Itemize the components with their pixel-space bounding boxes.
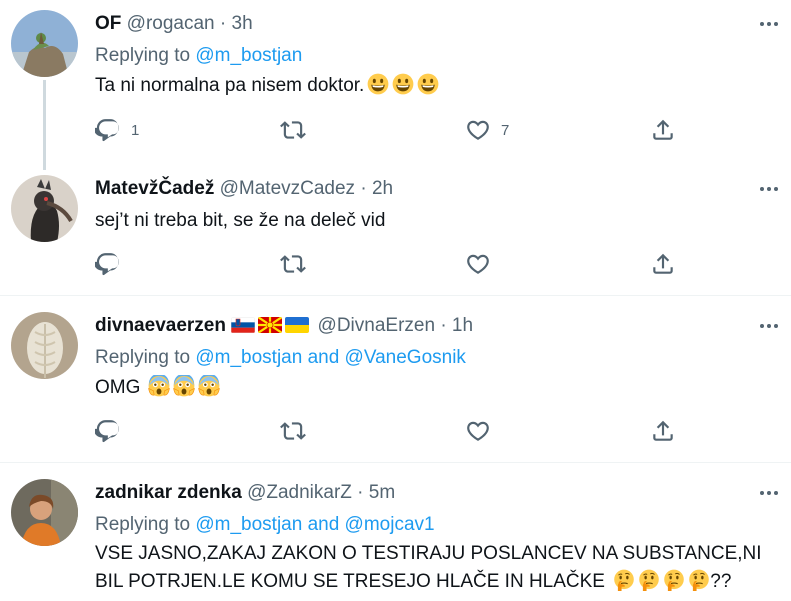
reply-icon	[95, 418, 121, 444]
tweet-header: OF @rogacan · 3h	[95, 12, 253, 36]
separator-dot: ·	[357, 482, 364, 503]
tweet-time[interactable]: 3h	[232, 13, 253, 34]
reply-button[interactable]	[95, 418, 121, 444]
tweet-text-body: OMG	[95, 377, 141, 398]
heart-icon	[465, 418, 491, 444]
grinning-face-icon	[417, 73, 439, 95]
tweet-time[interactable]: 1h	[452, 315, 473, 336]
replying-to-label: Replying to	[95, 45, 191, 66]
like-button[interactable]	[465, 251, 491, 277]
tweet-text-line-body: BIL POTRJEN.LE KOMU SE TRESEJO HLAČE IN …	[95, 571, 605, 592]
share-button[interactable]	[650, 117, 676, 143]
display-name[interactable]: MatevžČadež	[95, 178, 214, 199]
thinking-face-icon	[663, 569, 685, 591]
tweet-text: sej’t ni treba bit, se že na deleč vid	[95, 207, 385, 235]
display-name[interactable]: OF	[95, 13, 121, 34]
replying-to-link[interactable]: @m_bostjan and @mojcav1	[195, 514, 434, 535]
reply-count: 1	[131, 121, 140, 139]
avatar[interactable]	[11, 175, 78, 242]
thread-line	[43, 80, 46, 170]
reply-button[interactable]	[95, 251, 121, 277]
display-name[interactable]: zadnikar zdenka	[95, 482, 242, 503]
north-macedonia-flag-icon	[258, 317, 283, 333]
replying-to: Replying to @m_bostjan and @mojcav1	[95, 513, 435, 537]
share-icon	[650, 251, 676, 277]
like-count: 7	[501, 121, 510, 139]
display-name[interactable]: divnaevaerzen	[95, 315, 226, 336]
tweet-text-line: BIL POTRJEN.LE KOMU SE TRESEJO HLAČE IN …	[95, 568, 785, 596]
retweet-button[interactable]	[280, 251, 306, 277]
retweet-button[interactable]	[280, 117, 306, 143]
avatar[interactable]	[11, 312, 78, 379]
user-handle[interactable]: @MatevzCadez	[220, 178, 355, 199]
share-icon	[650, 117, 676, 143]
share-button[interactable]	[650, 418, 676, 444]
tweet[interactable]: divnaevaerzen @DivnaErzen · 1h Replying …	[0, 295, 791, 462]
screaming-face-icon	[198, 375, 220, 397]
tweet-time[interactable]: 5m	[369, 482, 395, 503]
screaming-face-icon	[173, 375, 195, 397]
more-options-icon[interactable]	[755, 179, 783, 199]
heart-icon	[465, 251, 491, 277]
separator-dot: ·	[440, 315, 447, 336]
tweet-text: VSE JASNO,ZAKAJ ZAKON O TESTIRAJU POSLAN…	[95, 540, 785, 596]
user-handle[interactable]: @ZadnikarZ	[247, 482, 352, 503]
tweet-actions	[95, 251, 695, 277]
like-button[interactable]	[465, 418, 491, 444]
reply-icon	[95, 251, 121, 277]
more-options-icon[interactable]	[755, 316, 783, 336]
replying-to-link[interactable]: @m_bostjan	[195, 45, 302, 66]
tweet[interactable]: OF @rogacan · 3h Replying to @m_bostjan …	[0, 0, 791, 170]
replying-to: Replying to @m_bostjan and @VaneGosnik	[95, 346, 466, 370]
thinking-face-icon	[688, 569, 710, 591]
retweet-icon	[280, 117, 306, 143]
tweet-text-line: VSE JASNO,ZAKAJ ZAKON O TESTIRAJU POSLAN…	[95, 543, 762, 564]
tweet-time[interactable]: 2h	[372, 178, 393, 199]
tweet[interactable]: zadnikar zdenka @ZadnikarZ · 5m Replying…	[0, 462, 791, 601]
tweet-text: Ta ni normalna pa nisem doktor.	[95, 72, 439, 100]
retweet-icon	[280, 251, 306, 277]
tweet-text-body: Ta ni normalna pa nisem doktor.	[95, 75, 365, 96]
tweet[interactable]: MatevžČadež @MatevzCadez · 2h sej’t ni t…	[0, 165, 791, 295]
tweet-text-body: sej’t ni treba bit, se že na deleč vid	[95, 210, 386, 231]
slovenia-flag-icon	[231, 317, 256, 333]
share-icon	[650, 418, 676, 444]
more-options-icon[interactable]	[755, 14, 783, 34]
tweet-actions	[95, 418, 695, 444]
grinning-face-icon	[367, 73, 389, 95]
grinning-face-icon	[392, 73, 414, 95]
replying-to-link[interactable]: @m_bostjan and @VaneGosnik	[195, 347, 466, 368]
tweet-actions: 1 7	[95, 117, 695, 143]
tweet-header: MatevžČadež @MatevzCadez · 2h	[95, 177, 393, 201]
retweet-icon	[280, 418, 306, 444]
more-options-icon[interactable]	[755, 483, 783, 503]
retweet-button[interactable]	[280, 418, 306, 444]
tweet-header: zadnikar zdenka @ZadnikarZ · 5m	[95, 481, 395, 505]
user-handle[interactable]: @DivnaErzen	[318, 315, 436, 336]
like-button[interactable]: 7	[465, 117, 509, 143]
avatar[interactable]	[11, 479, 78, 546]
user-handle[interactable]: @rogacan	[127, 13, 215, 34]
thinking-face-icon	[638, 569, 660, 591]
avatar[interactable]	[11, 10, 78, 77]
screaming-face-icon	[148, 375, 170, 397]
replying-to-label: Replying to	[95, 514, 191, 535]
tweet-text-suffix: ??	[710, 571, 732, 592]
heart-icon	[465, 117, 491, 143]
tweet-text: OMG	[95, 374, 220, 402]
reply-icon	[95, 117, 121, 143]
reply-button[interactable]: 1	[95, 117, 139, 143]
separator-dot: ·	[219, 13, 227, 34]
thinking-face-icon	[613, 569, 635, 591]
separator-dot: ·	[360, 178, 367, 199]
tweet-header: divnaevaerzen @DivnaErzen · 1h	[95, 314, 473, 338]
share-button[interactable]	[650, 251, 676, 277]
replying-to: Replying to @m_bostjan	[95, 44, 302, 68]
ukraine-flag-icon	[285, 317, 310, 333]
replying-to-label: Replying to	[95, 347, 191, 368]
